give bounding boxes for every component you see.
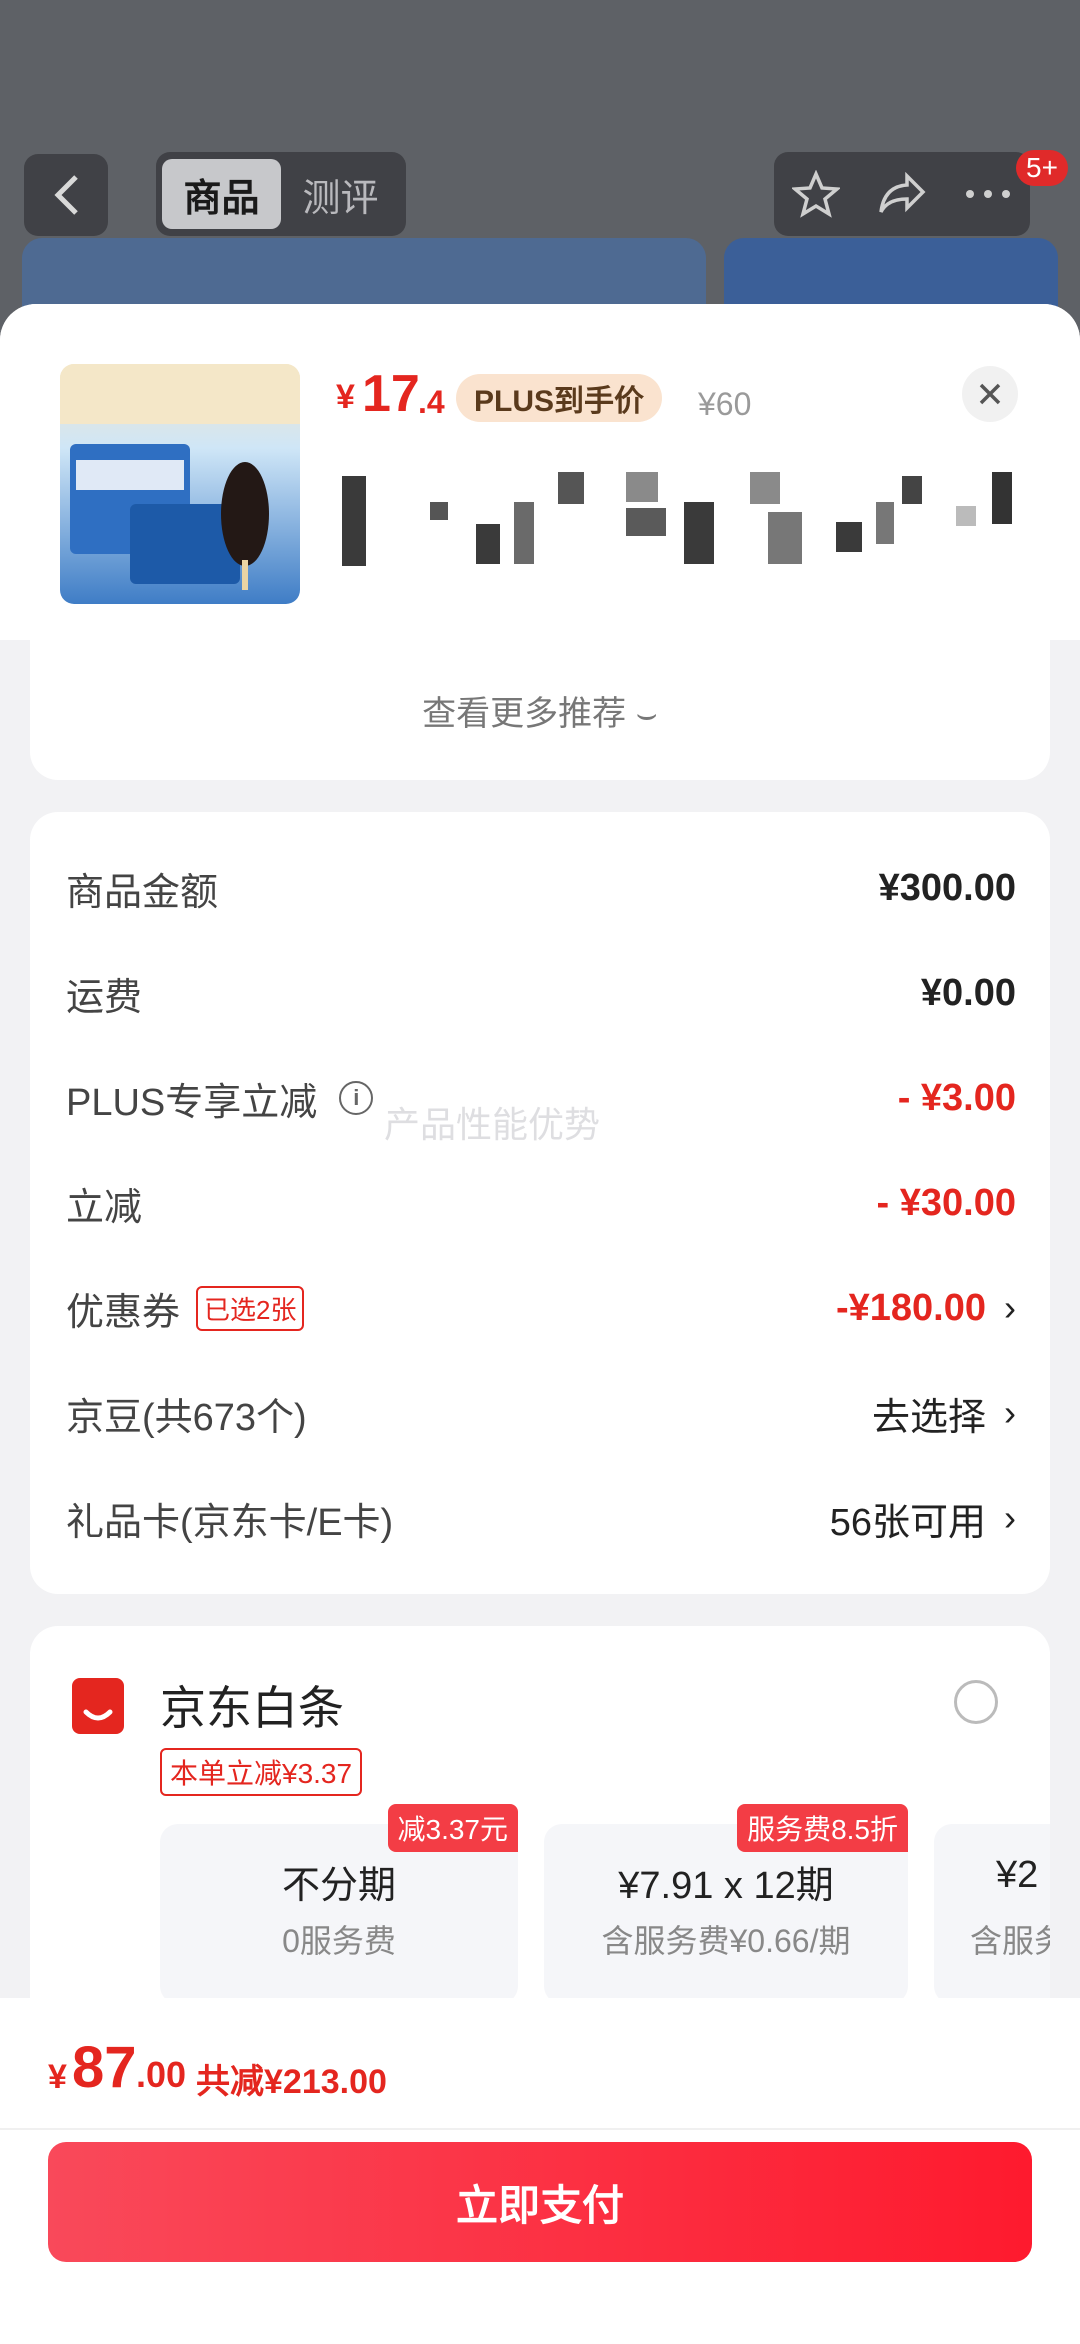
row-value: - ¥30.00 [876,1181,1016,1224]
row-value: ¥300.00 [878,866,1016,909]
installment-title: ¥2 [996,1854,1039,1896]
coupon-count-chip: 已选2张 [196,1285,305,1331]
row-label: 礼品卡(京东卡/E卡) [66,1501,394,1544]
price-decimal: .4 [418,384,445,420]
row-label: 立减 [66,1186,143,1229]
row-label-wrap: 优惠券 已选2张 [66,1281,305,1336]
installment-sub: 0服务费 [282,1923,396,1959]
watermark-text: 产品性能优势 [384,1104,601,1145]
installment-sub: 含服务费¥0.66/期 [601,1923,851,1959]
row-gift-card[interactable]: 礼品卡(京东卡/E卡) 56张可用 › [66,1478,1016,1558]
installment-title: ¥7.91 x 12期 [618,1865,834,1907]
installment-tag: 服务费8.5折 [737,1804,908,1852]
chevron-right-icon: › [1004,1287,1016,1328]
share-icon[interactable] [877,172,927,216]
row-value-wrap: 56张可用 › [830,1491,1016,1546]
installment-tag: 减3.37元 [387,1804,518,1852]
row-value-wrap: -¥180.00 › [836,1287,1016,1330]
total-integer: 87 [72,2035,137,2100]
product-name-mosaic [336,466,1016,566]
payment-radio[interactable] [954,1680,998,1724]
chevron-right-icon: › [1004,1497,1016,1538]
tab-goods[interactable]: 商品 [162,159,281,229]
installment-title: 不分期 [281,1865,396,1907]
row-instant-discount: 立减 - ¥30.00 [66,1163,1016,1243]
payment-method-card: 京东白条 本单立减¥3.37 减3.37元 不分期 0服务费 服务费8.5折 ¥… [30,1626,1050,2026]
row-value: - ¥3.00 [897,1076,1016,1119]
tab-review[interactable]: 测评 [281,159,400,229]
row-jd-beans[interactable]: 京豆(共673个) 去选择 › [66,1373,1016,1453]
installment-option[interactable]: 服务费8.5折 ¥7.91 x 12期 含服务费¥0.66/期 [544,1804,908,2004]
total-decimal: .00 [136,2054,187,2095]
order-discount-tag: 本单立减¥3.37 [160,1748,363,1796]
chevron-left-icon [54,175,78,215]
more-recommend-link[interactable]: 查看更多推荐 ⌣ [30,640,1050,780]
star-icon[interactable] [792,170,841,218]
close-button[interactable] [962,366,1018,422]
row-label: PLUS专享立减 [66,1081,318,1124]
row-coupon[interactable]: 优惠券 已选2张 -¥180.00 › [66,1268,1016,1348]
row-label: 运费 [66,976,143,1019]
row-value: -¥180.00 [835,1286,986,1329]
total-currency: ¥ [48,2058,67,2096]
row-value-wrap: 去选择 › [872,1386,1016,1441]
price-currency: ¥ [336,378,355,416]
row-value: 去选择 [871,1396,986,1439]
info-icon[interactable]: i [339,1081,374,1115]
pay-now-button[interactable]: 立即支付 [48,2142,1032,2262]
plus-price-tag: PLUS到手价 [456,374,663,422]
row-label: 京豆(共673个) [66,1396,307,1439]
row-goods-amount: 商品金额 ¥300.00 [66,848,1016,928]
payment-method-title: 京东白条 [160,1682,344,1734]
installment-sub: 含服务 [970,1923,1050,1959]
total-saving: 共减¥213.00 [196,2063,387,2101]
baitiao-logo-icon [72,1678,124,1734]
installment-option[interactable]: ¥2 含服务 [934,1824,1050,2004]
price-integer: 17 [362,365,420,423]
original-price: ¥60 [698,386,752,422]
installment-option[interactable]: 减3.37元 不分期 0服务费 [160,1804,518,2004]
product-thumbnail [60,364,300,604]
row-label-wrap: PLUS专享立减 i [66,1071,374,1126]
chevron-right-icon: › [1004,1392,1016,1433]
divider [0,2128,1080,2130]
tab-bar: 商品 测评 [156,152,406,236]
close-icon [979,383,1001,405]
row-label: 优惠券 [66,1291,181,1334]
row-value: 56张可用 [829,1501,986,1544]
back-button[interactable] [24,154,108,236]
price-summary-card: 商品金额 ¥300.00 运费 ¥0.00 PLUS专享立减 i - ¥3.00… [30,812,1050,1594]
row-shipping: 运费 ¥0.00 [66,953,1016,1033]
notification-badge: 5+ [1016,150,1068,186]
more-icon[interactable] [964,188,1012,200]
row-value: ¥0.00 [920,971,1016,1014]
row-label: 商品金额 [66,871,219,914]
top-tools [774,152,1030,236]
